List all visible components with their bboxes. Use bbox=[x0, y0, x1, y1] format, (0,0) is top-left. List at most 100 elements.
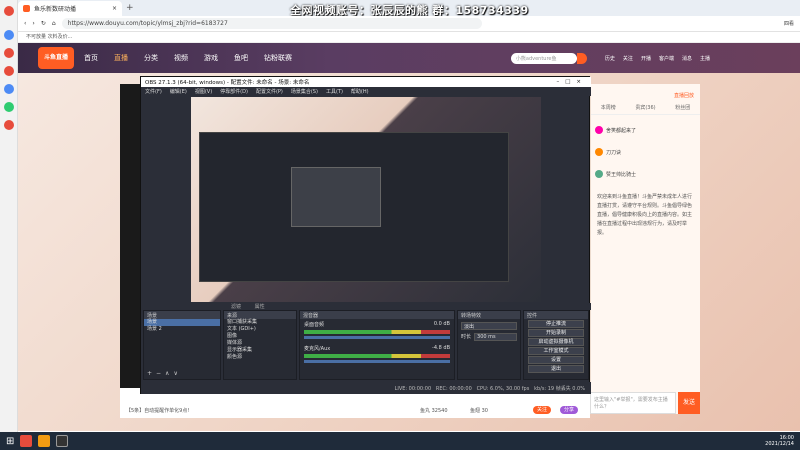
rail-app-icon[interactable] bbox=[4, 120, 14, 130]
share-button[interactable]: 分享 bbox=[557, 405, 581, 414]
avatar bbox=[595, 148, 603, 156]
obs-title-bar: OBS 27.1.3 (64-bit, windows) - 配置文件: 未命名… bbox=[141, 77, 591, 87]
start-live-icon[interactable]: 开播 bbox=[641, 55, 651, 62]
search-icon[interactable] bbox=[576, 52, 587, 64]
obs-title: OBS 27.1.3 (64-bit, windows) - 配置文件: 未命名… bbox=[145, 80, 310, 86]
address-bar: ‹ › ↻ ⌂ https://www.douyu.com/topic/ylms… bbox=[18, 16, 800, 32]
browser-tab[interactable]: 鱼乐新数研动播 × bbox=[18, 1, 122, 16]
reload-icon[interactable]: ↻ bbox=[41, 20, 46, 27]
url-input[interactable]: https://www.douyu.com/topic/ylmsj_zbj?ri… bbox=[61, 18, 482, 29]
browser-app-icon[interactable] bbox=[38, 435, 51, 447]
stop-streaming-button[interactable]: 停止推流 bbox=[528, 320, 584, 328]
source-item[interactable]: 媒体源 bbox=[224, 340, 296, 347]
nav-video[interactable]: 视频 bbox=[174, 53, 188, 63]
source-item[interactable]: 图像 bbox=[224, 333, 296, 340]
volume-slider[interactable] bbox=[304, 360, 450, 363]
extension-label[interactable]: 四看 bbox=[784, 20, 794, 27]
menu-profile[interactable]: 配置文件(P) bbox=[256, 88, 283, 95]
douyu-search-input[interactable]: 小熊adventure鱼 bbox=[510, 52, 577, 64]
forward-icon[interactable]: › bbox=[32, 20, 34, 27]
start-recording-button[interactable]: 开始录制 bbox=[528, 329, 584, 337]
track-name: 桌面音频 bbox=[304, 322, 325, 328]
menu-view[interactable]: 视图(V) bbox=[195, 88, 212, 95]
source-item[interactable]: 颜色源 bbox=[224, 354, 296, 361]
menu-help[interactable]: 帮助(H) bbox=[351, 88, 369, 95]
source-item[interactable]: 文本 (GDI+) bbox=[224, 326, 296, 333]
source-item[interactable]: 窗口捕获采集 bbox=[224, 319, 296, 326]
duration-input[interactable]: 300 ms bbox=[474, 333, 517, 341]
scene-item[interactable]: 场景 bbox=[144, 319, 220, 326]
menu-scene-collection[interactable]: 场景集合(S) bbox=[291, 88, 318, 95]
nav-category[interactable]: 分类 bbox=[144, 53, 158, 63]
transition-select[interactable]: 淡出 bbox=[461, 322, 517, 330]
chrome-app-icon[interactable] bbox=[20, 435, 33, 447]
window-controls[interactable]: –□× bbox=[556, 79, 587, 85]
menu-tools[interactable]: 工具(T) bbox=[326, 88, 343, 95]
share-label: 分享 bbox=[560, 406, 579, 414]
mixer-track: 桌面音频 0.0 dB bbox=[304, 321, 450, 328]
tab-vip[interactable]: 贵宾(36) bbox=[635, 104, 655, 111]
rank-row[interactable]: 舍笑都起来了 bbox=[595, 119, 696, 141]
mixer-track: 麦克风/Aux -4.8 dB bbox=[304, 345, 450, 352]
settings-button[interactable]: 设置 bbox=[528, 356, 584, 364]
close-icon[interactable]: × bbox=[112, 5, 117, 12]
source-toolbar: 滤镜 属性 bbox=[141, 303, 591, 310]
douyu-logo[interactable]: 斗鱼直播 bbox=[38, 47, 74, 69]
rank-row[interactable]: 赞王帅比骑士 bbox=[595, 163, 696, 185]
rail-app-icon[interactable] bbox=[4, 102, 14, 112]
browser-logo-icon[interactable] bbox=[4, 6, 14, 16]
follow-button[interactable]: 关注 bbox=[530, 405, 554, 414]
exit-button[interactable]: 退出 bbox=[528, 365, 584, 373]
menu-file[interactable]: 文件(F) bbox=[145, 88, 162, 95]
scenes-dock: 场景 场景 场景 2 +−∧∨ bbox=[143, 310, 221, 380]
menu-docks[interactable]: 停靠部件(D) bbox=[220, 88, 248, 95]
volume-meter bbox=[304, 354, 450, 358]
history-icon[interactable]: 历史 bbox=[605, 55, 615, 62]
obs-preview[interactable] bbox=[191, 97, 541, 302]
volume-slider[interactable] bbox=[304, 336, 450, 339]
chat-input[interactable]: 这里输入"#举报"，需要发布主播什么？ bbox=[590, 392, 676, 414]
obs-app-icon[interactable] bbox=[56, 435, 69, 447]
tab-fans[interactable]: 粉丝团 bbox=[675, 104, 690, 111]
scene-add-remove-controls[interactable]: +−∧∨ bbox=[147, 370, 182, 377]
tab-weekly[interactable]: 本周榜 bbox=[601, 104, 616, 111]
back-icon[interactable]: ‹ bbox=[24, 20, 26, 27]
track-name: 麦克风/Aux bbox=[304, 346, 331, 352]
nav-league[interactable]: 钻粉联赛 bbox=[264, 53, 292, 63]
rank-row[interactable]: 刀刀诀 bbox=[595, 141, 696, 163]
room-notice: 欢迎来到斗鱼直播！斗鱼严禁未成年人进行直播打赏，请遵守平台规则。斗鱼倡导绿色直播… bbox=[597, 194, 693, 236]
studio-mode-button[interactable]: 工作室模式 bbox=[528, 347, 584, 355]
rail-app-icon[interactable] bbox=[4, 66, 14, 76]
nav-fishbar[interactable]: 鱼吧 bbox=[234, 53, 248, 63]
obs-window: OBS 27.1.3 (64-bit, windows) - 配置文件: 未命名… bbox=[140, 76, 591, 394]
nav-game[interactable]: 游戏 bbox=[204, 53, 218, 63]
nav-home[interactable]: 首页 bbox=[84, 53, 98, 63]
rail-app-icon[interactable] bbox=[4, 84, 14, 94]
new-tab-icon[interactable]: + bbox=[126, 3, 134, 13]
avatar bbox=[595, 126, 603, 134]
scene-item[interactable]: 场景 2 bbox=[144, 326, 220, 333]
system-clock[interactable]: 16:00 2021/12/14 bbox=[765, 435, 794, 447]
windows-start-icon[interactable]: ⊞ bbox=[6, 436, 14, 447]
source-item[interactable]: 显示器采集 bbox=[224, 347, 296, 354]
streamer-icon[interactable]: 主播 bbox=[700, 55, 710, 62]
rail-app-icon[interactable] bbox=[4, 48, 14, 58]
send-button[interactable]: 发送 bbox=[678, 392, 700, 414]
transitions-dock: 转场特效 淡出 时长 300 ms bbox=[457, 310, 521, 380]
virtual-camera-button[interactable]: 启动虚拟摄像机 bbox=[528, 338, 584, 346]
nav-live[interactable]: 直播 bbox=[114, 53, 128, 63]
rec-timer: REC: 00:00:00 bbox=[435, 386, 472, 392]
rail-app-icon[interactable] bbox=[4, 30, 14, 40]
live-replay-badge[interactable]: 直播回放 bbox=[591, 84, 700, 101]
bookmark-item[interactable]: 不可放量 次料及价... bbox=[26, 34, 72, 40]
tab-title: 鱼乐新数研动播 bbox=[34, 6, 77, 13]
follow-icon[interactable]: 关注 bbox=[623, 55, 633, 62]
client-icon[interactable]: 客户端 bbox=[659, 55, 674, 62]
message-icon[interactable]: 消息 bbox=[682, 55, 692, 62]
avatar bbox=[595, 170, 603, 178]
windows-taskbar: ⊞ 16:00 2021/12/14 bbox=[0, 432, 800, 450]
home-icon[interactable]: ⌂ bbox=[52, 20, 56, 27]
track-db: 0.0 dB bbox=[433, 321, 450, 327]
rank-name: 刀刀诀 bbox=[606, 149, 622, 156]
menu-edit[interactable]: 编辑(E) bbox=[170, 88, 187, 95]
